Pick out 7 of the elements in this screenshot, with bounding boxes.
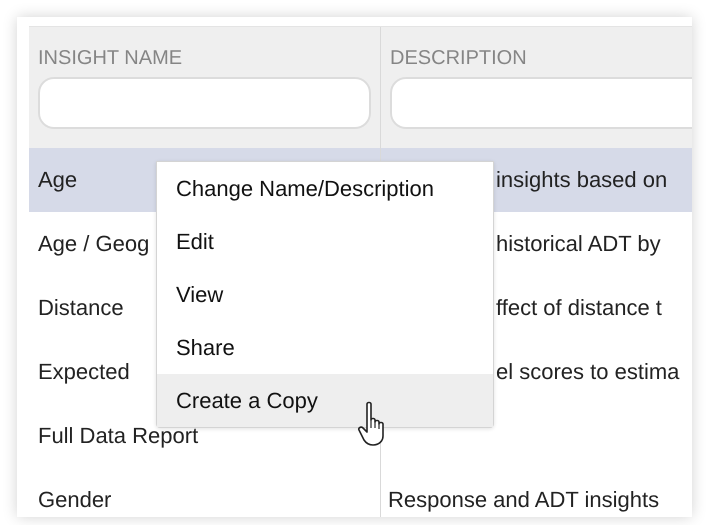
table-cell: historical ADT by	[496, 230, 661, 258]
table-cell: insights based on	[496, 166, 668, 194]
column-header: DESCRIPTION	[390, 46, 527, 71]
column-header: INSIGHT NAME	[38, 46, 182, 71]
table-cell: Response and ADT insights	[388, 486, 660, 514]
table-cell: el scores to estima	[496, 358, 680, 386]
table-cell: ffect of distance t	[496, 294, 662, 322]
